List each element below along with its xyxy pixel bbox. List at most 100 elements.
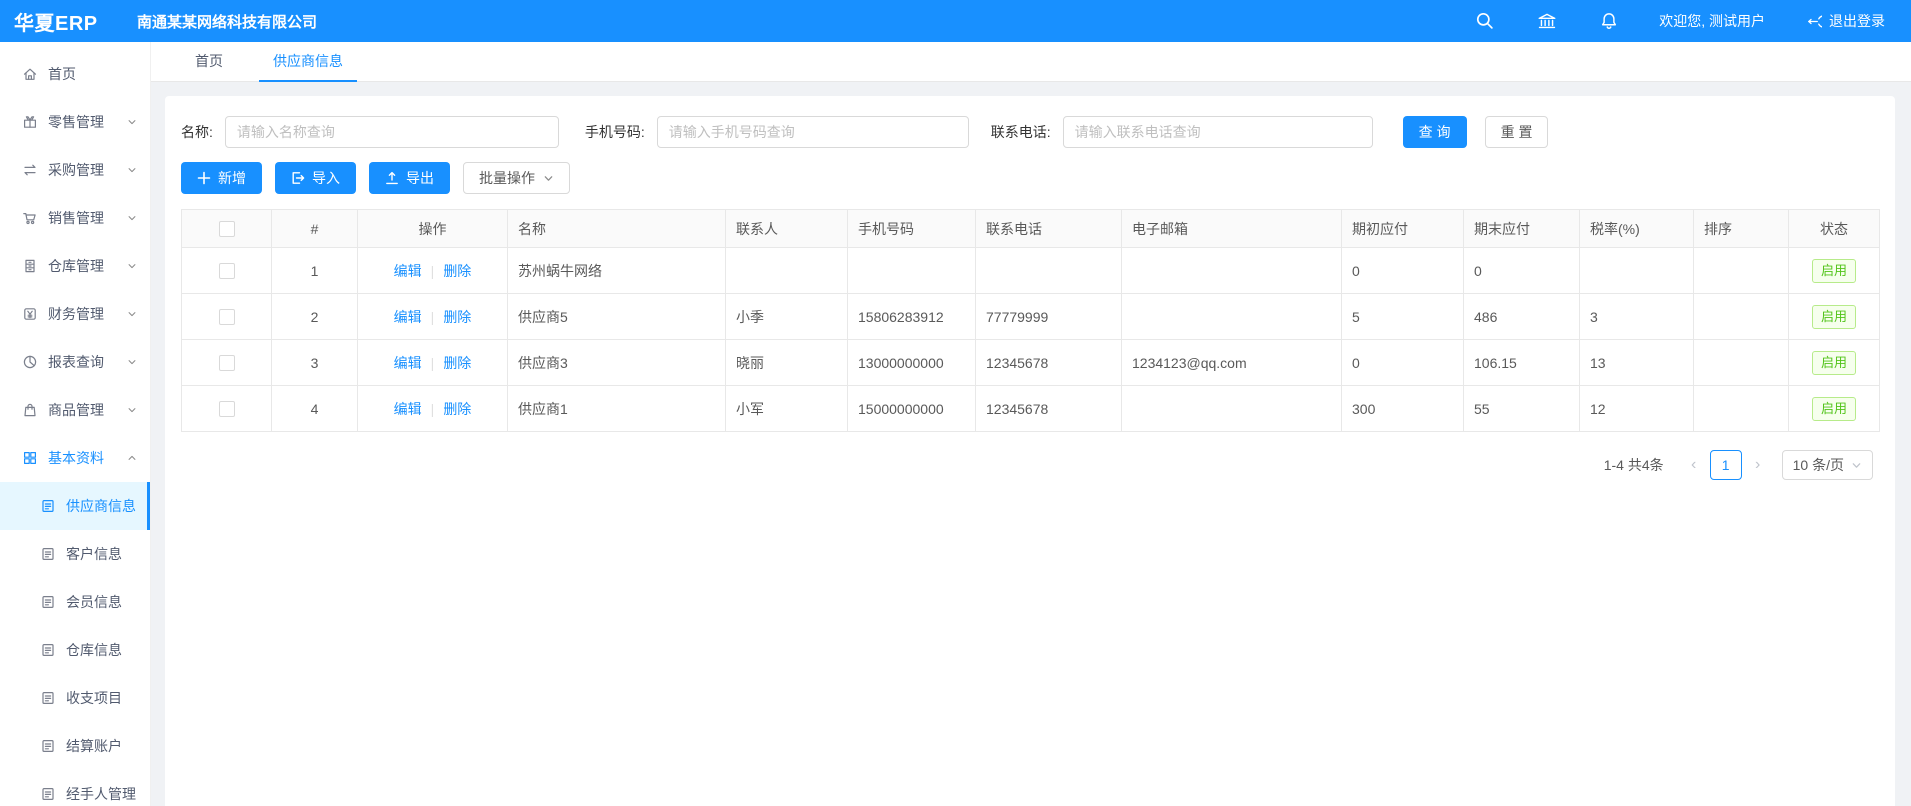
doc-icon: [40, 786, 56, 802]
import-button[interactable]: 导入: [275, 162, 356, 194]
row-checkbox[interactable]: [219, 355, 235, 371]
export-button[interactable]: 导出: [369, 162, 450, 194]
doc-icon: [40, 738, 56, 754]
next-page-button[interactable]: ›: [1744, 450, 1772, 480]
sidebar-item-purchase[interactable]: 采购管理: [0, 146, 150, 194]
reset-button[interactable]: 重 置: [1485, 116, 1549, 148]
sidebar-item-label: 基本资料: [48, 448, 127, 468]
sidebar-subitem-supplier-info[interactable]: 供应商信息: [0, 482, 150, 530]
status-badge: 启用: [1812, 305, 1856, 329]
cell-phone: 13000000000: [848, 340, 976, 386]
sidebar-item-finance[interactable]: 财务管理: [0, 290, 150, 338]
bank-icon[interactable]: [1537, 11, 1557, 31]
tel-filter-input[interactable]: [1063, 116, 1373, 148]
tab-bar: 首页 供应商信息: [151, 42, 1911, 82]
cell-status: 启用: [1789, 294, 1880, 340]
sidebar-subitem-warehouse-info[interactable]: 仓库信息: [0, 626, 150, 674]
row-checkbox[interactable]: [219, 309, 235, 325]
cell-sort: [1694, 386, 1789, 432]
phone-filter-input[interactable]: [657, 116, 969, 148]
sidebar-item-report[interactable]: 报表查询: [0, 338, 150, 386]
cell-name: 供应商5: [508, 294, 726, 340]
sidebar-subitem-income-expense[interactable]: 收支项目: [0, 674, 150, 722]
sidebar-item-basic-data[interactable]: 基本资料: [0, 434, 150, 482]
batch-actions-dropdown[interactable]: 批量操作: [463, 162, 570, 194]
home-icon: [22, 66, 38, 82]
link-separator: |: [431, 355, 435, 371]
sidebar-subitem-handler-mgmt[interactable]: 经手人管理: [0, 770, 150, 806]
logout-button[interactable]: 退出登录: [1805, 11, 1885, 31]
topbar-actions: 欢迎您, 测试用户 退出登录: [1433, 11, 1911, 31]
cell-begin-payable: 5: [1342, 294, 1464, 340]
select-all-checkbox[interactable]: [219, 221, 235, 237]
import-icon: [291, 171, 305, 185]
bell-icon[interactable]: [1599, 11, 1619, 31]
chevron-down-icon: [127, 309, 137, 319]
cell-email: [1122, 248, 1342, 294]
sidebar-item-label: 报表查询: [48, 352, 127, 372]
cell-status: 启用: [1789, 248, 1880, 294]
doc-icon: [40, 594, 56, 610]
sidebar-subitem-settlement-account[interactable]: 结算账户: [0, 722, 150, 770]
sidebar-subitem-customer-info[interactable]: 客户信息: [0, 530, 150, 578]
chevron-down-icon: [543, 173, 554, 184]
cell-tax-rate: 3: [1580, 294, 1694, 340]
table-row: 2编辑|删除供应商5小季158062839127777999954863启用: [182, 294, 1880, 340]
edit-link[interactable]: 编辑: [394, 355, 422, 371]
row-checkbox[interactable]: [219, 263, 235, 279]
sidebar-item-retail[interactable]: 零售管理: [0, 98, 150, 146]
sidebar-item-sales[interactable]: 销售管理: [0, 194, 150, 242]
export-icon: [385, 171, 399, 185]
purchase-icon: [22, 162, 38, 178]
cell-sort: [1694, 248, 1789, 294]
link-separator: |: [431, 309, 435, 325]
add-button[interactable]: 新增: [181, 162, 262, 194]
cell-actions: 编辑|删除: [358, 248, 508, 294]
delete-link[interactable]: 删除: [443, 309, 471, 325]
report-pie-icon: [22, 354, 38, 370]
cell-name: 苏州蜗牛网络: [508, 248, 726, 294]
supplier-table: #操作名称联系人手机号码联系电话电子邮箱期初应付期末应付税率(%)排序状态 1编…: [181, 209, 1880, 432]
cell-index: 1: [272, 248, 358, 294]
chevron-down-icon: [127, 405, 137, 415]
column-header: 电子邮箱: [1122, 210, 1342, 248]
delete-link[interactable]: 删除: [443, 263, 471, 279]
cell-tax-rate: 12: [1580, 386, 1694, 432]
prev-page-button[interactable]: ‹: [1680, 450, 1708, 480]
sidebar-item-label: 商品管理: [48, 400, 127, 420]
goods-bag-icon: [22, 402, 38, 418]
finance-icon: [22, 306, 38, 322]
tab-supplier-info[interactable]: 供应商信息: [259, 42, 357, 82]
name-filter-input[interactable]: [225, 116, 559, 148]
edit-link[interactable]: 编辑: [394, 309, 422, 325]
row-checkbox[interactable]: [219, 401, 235, 417]
pagination-total: 1-4 共4条: [1604, 455, 1664, 475]
sidebar-item-home[interactable]: 首页: [0, 50, 150, 98]
sidebar-item-goods[interactable]: 商品管理: [0, 386, 150, 434]
edit-link[interactable]: 编辑: [394, 401, 422, 417]
page-number[interactable]: 1: [1710, 450, 1742, 480]
logout-icon: [1805, 13, 1822, 30]
sidebar-subitem-member-info[interactable]: 会员信息: [0, 578, 150, 626]
cell-email: [1122, 386, 1342, 432]
cell-end-payable: 0: [1464, 248, 1580, 294]
chevron-down-icon: [127, 213, 137, 223]
edit-link[interactable]: 编辑: [394, 263, 422, 279]
cell-phone: [848, 248, 976, 294]
page-size-select[interactable]: 10 条/页: [1782, 450, 1873, 480]
column-header: 排序: [1694, 210, 1789, 248]
search-icon[interactable]: [1475, 11, 1495, 31]
column-header: 手机号码: [848, 210, 976, 248]
chevron-down-icon: [127, 261, 137, 271]
search-button[interactable]: 查 询: [1403, 116, 1467, 148]
table-row: 4编辑|删除供应商1小军15000000000123456783005512启用: [182, 386, 1880, 432]
delete-link[interactable]: 删除: [443, 401, 471, 417]
doc-icon: [40, 642, 56, 658]
chevron-down-icon: [127, 165, 137, 175]
cell-phone: 15000000000: [848, 386, 976, 432]
tab-home[interactable]: 首页: [181, 42, 237, 82]
sidebar-item-warehouse[interactable]: 仓库管理: [0, 242, 150, 290]
cell-end-payable: 55: [1464, 386, 1580, 432]
grid-icon: [22, 450, 38, 466]
delete-link[interactable]: 删除: [443, 355, 471, 371]
